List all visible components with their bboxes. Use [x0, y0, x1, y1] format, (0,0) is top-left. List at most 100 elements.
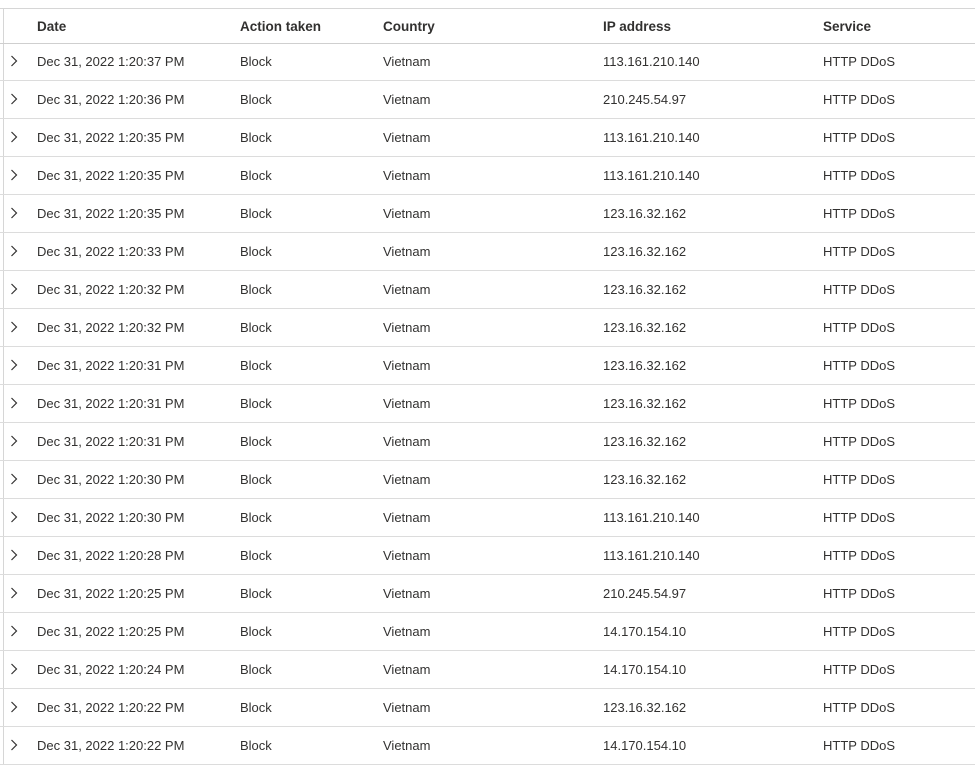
cell-country: Vietnam: [383, 396, 431, 411]
chevron-right-icon[interactable]: [8, 93, 20, 105]
cell-action-taken: Block: [240, 244, 272, 259]
column-header-action-taken[interactable]: Action taken: [240, 19, 321, 34]
table-row[interactable]: Dec 31, 2022 1:20:32 PM Block Vietnam 12…: [0, 271, 975, 309]
table-row[interactable]: Dec 31, 2022 1:20:25 PM Block Vietnam 21…: [0, 575, 975, 613]
chevron-right-icon[interactable]: [8, 511, 20, 523]
cell-ip-address: 210.245.54.97: [603, 586, 687, 601]
chevron-right-icon[interactable]: [8, 473, 20, 485]
cell-ip-address: 123.16.32.162: [603, 320, 687, 335]
cell-date: Dec 31, 2022 1:20:25 PM: [37, 586, 185, 601]
chevron-right-icon[interactable]: [8, 549, 20, 561]
table-body: Dec 31, 2022 1:20:37 PM Block Vietnam 11…: [0, 43, 975, 765]
table-row[interactable]: Dec 31, 2022 1:20:22 PM Block Vietnam 14…: [0, 727, 975, 765]
table-row[interactable]: Dec 31, 2022 1:20:32 PM Block Vietnam 12…: [0, 309, 975, 347]
table-row[interactable]: Dec 31, 2022 1:20:31 PM Block Vietnam 12…: [0, 423, 975, 461]
cell-ip-address: 123.16.32.162: [603, 206, 687, 221]
cell-action-taken: Block: [240, 358, 272, 373]
cell-action-taken: Block: [240, 434, 272, 449]
column-header-date[interactable]: Date: [37, 19, 66, 34]
cell-ip-address: 14.170.154.10: [603, 624, 687, 639]
table-row[interactable]: Dec 31, 2022 1:20:31 PM Block Vietnam 12…: [0, 347, 975, 385]
chevron-right-icon[interactable]: [8, 131, 20, 143]
cell-service: HTTP DDoS: [823, 510, 895, 525]
cell-service: HTTP DDoS: [823, 320, 895, 335]
chevron-right-icon[interactable]: [8, 435, 20, 447]
cell-date: Dec 31, 2022 1:20:25 PM: [37, 624, 185, 639]
cell-ip-address: 14.170.154.10: [603, 662, 687, 677]
cell-action-taken: Block: [240, 472, 272, 487]
cell-country: Vietnam: [383, 92, 431, 107]
chevron-right-icon[interactable]: [8, 397, 20, 409]
cell-action-taken: Block: [240, 548, 272, 563]
table-row[interactable]: Dec 31, 2022 1:20:25 PM Block Vietnam 14…: [0, 613, 975, 651]
table-row[interactable]: Dec 31, 2022 1:20:37 PM Block Vietnam 11…: [0, 43, 975, 81]
cell-action-taken: Block: [240, 168, 272, 183]
chevron-right-icon[interactable]: [8, 55, 20, 67]
table-row[interactable]: Dec 31, 2022 1:20:33 PM Block Vietnam 12…: [0, 233, 975, 271]
cell-date: Dec 31, 2022 1:20:33 PM: [37, 244, 185, 259]
cell-date: Dec 31, 2022 1:20:30 PM: [37, 510, 185, 525]
cell-service: HTTP DDoS: [823, 282, 895, 297]
chevron-right-icon[interactable]: [8, 245, 20, 257]
cell-action-taken: Block: [240, 206, 272, 221]
chevron-right-icon[interactable]: [8, 701, 20, 713]
chevron-right-icon[interactable]: [8, 739, 20, 751]
cell-date: Dec 31, 2022 1:20:24 PM: [37, 662, 185, 677]
chevron-right-icon[interactable]: [8, 207, 20, 219]
cell-ip-address: 123.16.32.162: [603, 396, 687, 411]
column-header-service[interactable]: Service: [823, 19, 871, 34]
table-row[interactable]: Dec 31, 2022 1:20:28 PM Block Vietnam 11…: [0, 537, 975, 575]
cell-ip-address: 123.16.32.162: [603, 358, 687, 373]
cell-action-taken: Block: [240, 130, 272, 145]
cell-action-taken: Block: [240, 586, 272, 601]
cell-date: Dec 31, 2022 1:20:32 PM: [37, 282, 185, 297]
cell-date: Dec 31, 2022 1:20:31 PM: [37, 434, 185, 449]
cell-service: HTTP DDoS: [823, 434, 895, 449]
cell-country: Vietnam: [383, 54, 431, 69]
cell-date: Dec 31, 2022 1:20:35 PM: [37, 206, 185, 221]
cell-country: Vietnam: [383, 434, 431, 449]
cell-country: Vietnam: [383, 130, 431, 145]
cell-action-taken: Block: [240, 396, 272, 411]
cell-country: Vietnam: [383, 662, 431, 677]
cell-country: Vietnam: [383, 282, 431, 297]
cell-date: Dec 31, 2022 1:20:30 PM: [37, 472, 185, 487]
chevron-right-icon[interactable]: [8, 321, 20, 333]
cell-country: Vietnam: [383, 320, 431, 335]
table-row[interactable]: Dec 31, 2022 1:20:36 PM Block Vietnam 21…: [0, 81, 975, 119]
chevron-right-icon[interactable]: [8, 663, 20, 675]
cell-service: HTTP DDoS: [823, 168, 895, 183]
cell-date: Dec 31, 2022 1:20:22 PM: [37, 738, 185, 753]
cell-ip-address: 123.16.32.162: [603, 434, 687, 449]
table-row[interactable]: Dec 31, 2022 1:20:35 PM Block Vietnam 11…: [0, 119, 975, 157]
cell-country: Vietnam: [383, 472, 431, 487]
cell-action-taken: Block: [240, 282, 272, 297]
cell-country: Vietnam: [383, 510, 431, 525]
cell-service: HTTP DDoS: [823, 624, 895, 639]
chevron-right-icon[interactable]: [8, 625, 20, 637]
cell-action-taken: Block: [240, 738, 272, 753]
chevron-right-icon[interactable]: [8, 587, 20, 599]
table-row[interactable]: Dec 31, 2022 1:20:24 PM Block Vietnam 14…: [0, 651, 975, 689]
table-row[interactable]: Dec 31, 2022 1:20:22 PM Block Vietnam 12…: [0, 689, 975, 727]
cell-country: Vietnam: [383, 738, 431, 753]
table-header: Date Action taken Country IP address Ser…: [0, 9, 975, 44]
cell-ip-address: 123.16.32.162: [603, 700, 687, 715]
cell-service: HTTP DDoS: [823, 662, 895, 677]
table-row[interactable]: Dec 31, 2022 1:20:31 PM Block Vietnam 12…: [0, 385, 975, 423]
table-row[interactable]: Dec 31, 2022 1:20:35 PM Block Vietnam 11…: [0, 157, 975, 195]
cell-ip-address: 210.245.54.97: [603, 92, 687, 107]
cell-date: Dec 31, 2022 1:20:32 PM: [37, 320, 185, 335]
table-row[interactable]: Dec 31, 2022 1:20:30 PM Block Vietnam 11…: [0, 499, 975, 537]
cell-date: Dec 31, 2022 1:20:31 PM: [37, 358, 185, 373]
column-header-ip-address[interactable]: IP address: [603, 19, 671, 34]
chevron-right-icon[interactable]: [8, 359, 20, 371]
chevron-right-icon[interactable]: [8, 283, 20, 295]
cell-country: Vietnam: [383, 206, 431, 221]
cell-country: Vietnam: [383, 624, 431, 639]
cell-action-taken: Block: [240, 662, 272, 677]
column-header-country[interactable]: Country: [383, 19, 435, 34]
table-row[interactable]: Dec 31, 2022 1:20:30 PM Block Vietnam 12…: [0, 461, 975, 499]
table-row[interactable]: Dec 31, 2022 1:20:35 PM Block Vietnam 12…: [0, 195, 975, 233]
chevron-right-icon[interactable]: [8, 169, 20, 181]
